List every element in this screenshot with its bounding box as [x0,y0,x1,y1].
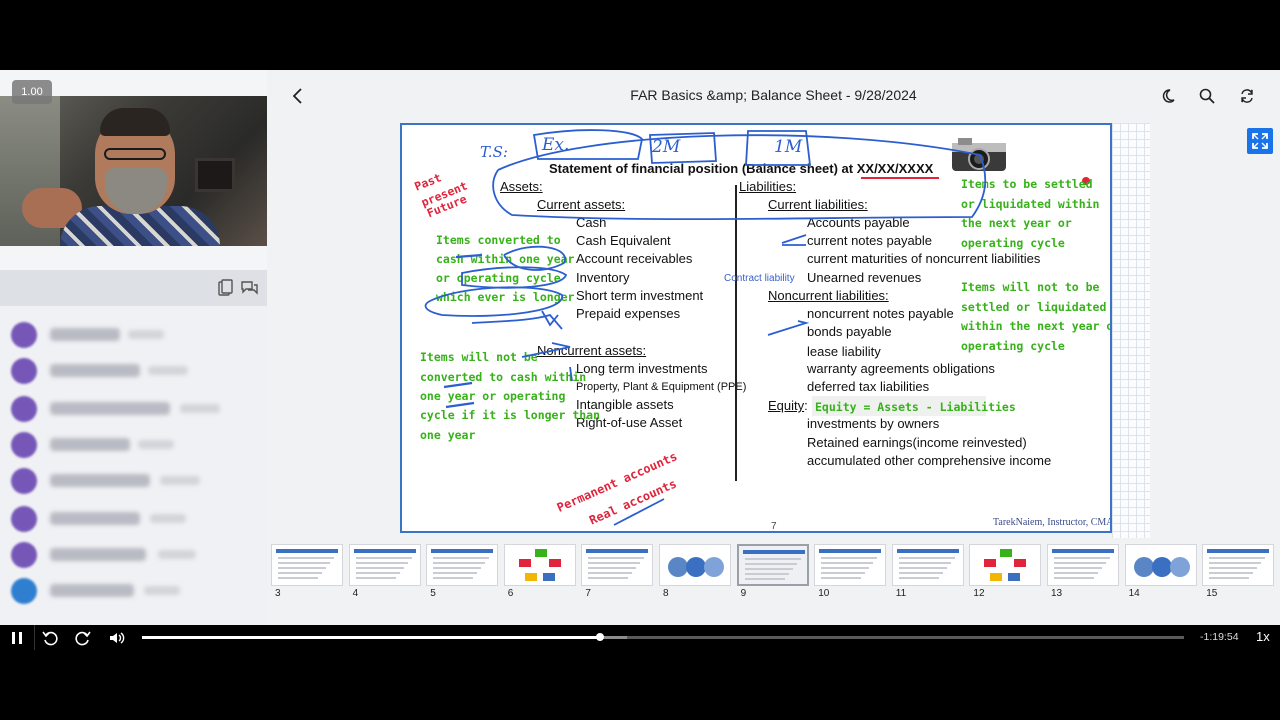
thumbnail-number: 8 [663,588,669,599]
slide-page-number: 7 [771,521,777,532]
rewind-icon[interactable] [41,629,59,647]
slide-thumbnail[interactable] [581,544,654,586]
thumbnail-number: 9 [740,588,747,599]
thumbnail-number: 10 [818,588,830,599]
thumbnail-number: 7 [585,588,591,599]
slide-thumbnail[interactable] [348,544,421,586]
left-panel: 1.00 [0,70,267,625]
separator [34,625,35,650]
search-icon[interactable] [1198,87,1216,105]
thumbnail-number: 11 [895,588,907,599]
slide-thumbnail[interactable] [426,544,499,586]
slide-footer: TarekNaiem, Instructor, CMA [993,517,1112,528]
slide-thumbnail[interactable] [659,544,731,586]
time-remaining: -1:19:54 [1200,631,1239,643]
list-item[interactable] [8,540,258,570]
expand-icon [1252,133,1268,149]
thumbnail-number: 5 [430,588,436,599]
thumbnail-number: 13 [1051,588,1063,599]
speed-badge: 1.00 [12,80,52,104]
list-item[interactable] [8,466,258,496]
chat-icon[interactable] [240,279,258,297]
thumbnail-number: 15 [1206,588,1218,599]
video-player-controls: -1:19:54 1x [0,625,1280,650]
list-item[interactable] [8,576,258,606]
list-item[interactable] [8,394,258,424]
seek-knob[interactable] [596,633,605,641]
app-window: 1.00 FAR Basics &amp; Balance Sheet - 9/… [0,70,1280,650]
list-item[interactable] [8,356,258,386]
chat-list [0,306,267,625]
list-item[interactable] [8,504,258,534]
dark-mode-icon[interactable] [1159,87,1177,105]
slide-thumbnail[interactable] [1124,544,1197,586]
thumbnail-number: 4 [352,588,359,599]
slide-background-grid [1112,123,1150,538]
fullscreen-button[interactable] [1247,128,1273,154]
ink-overlay [424,129,987,526]
slide-thumbnail[interactable] [736,544,809,586]
pause-button[interactable] [8,629,26,647]
thumbnail-number: 14 [1128,588,1140,599]
list-item[interactable] [8,320,258,350]
page-title: FAR Basics &amp; Balance Sheet - 9/28/20… [630,87,917,103]
instructor-video [0,96,267,246]
seek-bar-progress [142,636,601,639]
slide-thumbnail[interactable] [969,544,1042,586]
list-item[interactable] [8,430,258,460]
slide-thumbnail[interactable] [891,544,964,586]
slide-thumbnail[interactable] [1202,544,1275,586]
slide-thumbnail[interactable] [1047,544,1119,586]
slide: Statement of financial position (Balance… [400,123,1112,533]
slide-thumbnail[interactable] [814,544,887,586]
notes-icon[interactable] [216,279,234,297]
thumbnail-strip: 3 4 5 6 7 8 9 10 11 12 13 14 15 [267,544,1280,600]
thumbnail-number: 6 [507,588,514,599]
forward-icon[interactable] [74,629,92,647]
slide-thumbnail[interactable] [503,544,576,586]
slide-thumbnail[interactable] [271,544,343,586]
volume-icon[interactable] [108,629,126,647]
playback-rate-button[interactable]: 1x [1256,629,1270,644]
header: FAR Basics &amp; Balance Sheet - 9/28/20… [267,70,1280,122]
thumbnail-number: 12 [973,588,985,599]
panel-toolbar [0,270,267,306]
thumbnail-number: 3 [275,588,281,599]
rotate-icon[interactable] [1238,87,1256,105]
